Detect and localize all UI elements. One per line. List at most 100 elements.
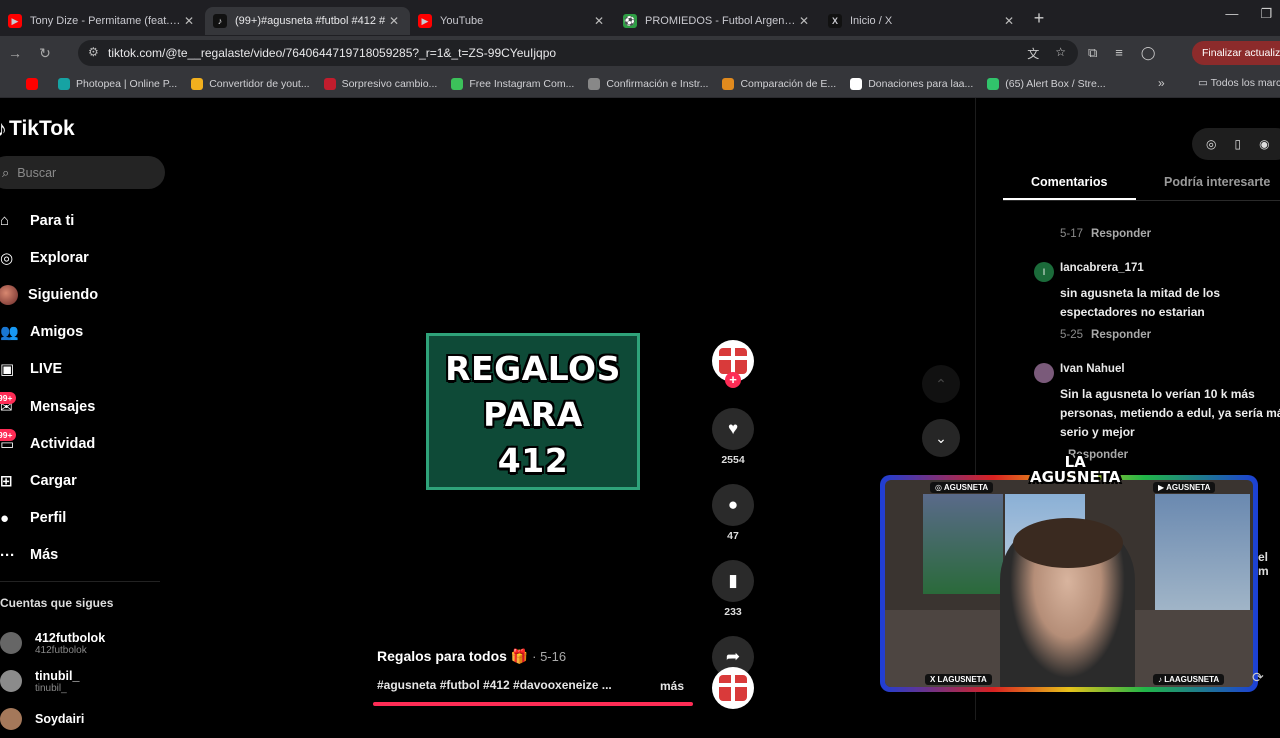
music-disc-avatar[interactable]	[712, 667, 754, 709]
browser-tab[interactable]: ▶ Tony Dize - Permitame (feat. Ya ✕	[0, 7, 205, 35]
following-account[interactable]: tinubil_ tinubil_	[0, 662, 105, 700]
sidebar-item[interactable]: ··· Más	[0, 537, 98, 574]
sidebar-item[interactable]: 👥 Amigos	[0, 314, 98, 351]
new-tab-button[interactable]: +	[1025, 8, 1053, 29]
bookmark-list: Photopea | Online P... Convertidor de you…	[0, 77, 1120, 90]
extensions-icon[interactable]: ⧉	[1088, 45, 1097, 61]
tab-title: Tony Dize - Permitame (feat. Ya	[30, 15, 181, 27]
sidebar-item[interactable]: ▭ Actividad 99+	[0, 425, 98, 462]
search-icon: ⌕	[2, 164, 10, 180]
sidebar-item[interactable]: ✉ Mensajes 99+	[0, 388, 98, 425]
nav-icon: ···	[0, 546, 15, 564]
sidebar-item[interactable]: ▣ LIVE	[0, 351, 98, 388]
bookmark-item[interactable]: Free Instagram Com...	[451, 77, 574, 90]
commenter-avatar[interactable]	[1034, 363, 1054, 383]
site-info-icon[interactable]: ⚙	[88, 45, 99, 59]
commenter-avatar[interactable]: I	[1034, 262, 1054, 282]
bookmark-item[interactable]: Sorpresivo cambio...	[323, 77, 437, 90]
address-bar[interactable]: ⚙ tiktok.com/@te__regalaste/video/764064…	[78, 40, 1078, 66]
following-account[interactable]: 412futbolok 412futbolok	[0, 624, 105, 662]
search-input[interactable]: ⌕ Buscar	[0, 156, 165, 189]
chevron-up-icon: ⌃	[935, 375, 947, 392]
nav-icon: ⊞	[0, 472, 13, 490]
panel-tabs: Comentarios Podría interesarte	[1003, 170, 1280, 201]
tab-title: Inicio / X	[850, 15, 893, 27]
video-progress-bar[interactable]	[373, 702, 693, 706]
browser-tab[interactable]: X Inicio / X ✕	[820, 7, 1025, 35]
bookmark-favicon-icon	[451, 77, 464, 90]
bookmark-icon[interactable]: ▮	[712, 560, 754, 602]
comment-list: 5-17 Responder I Iancabrera_171 sin agusnet…	[1034, 228, 1280, 471]
more-button[interactable]: más	[660, 679, 684, 693]
notification-badge: 99+	[0, 429, 17, 442]
video-actions: + ♥ 2554 ● 47 ▮ 233 ➦ 47	[712, 340, 754, 694]
phone-icon[interactable]: ▯	[1234, 137, 1241, 151]
window-controls: — ❐	[1225, 6, 1280, 22]
tab-favicon-icon: ⚽	[623, 14, 637, 28]
close-tab-icon[interactable]: ✕	[386, 14, 402, 28]
comment-icon[interactable]: ●	[712, 484, 754, 526]
sidebar-item[interactable]: ⊞ Cargar	[0, 462, 98, 499]
bookmark-item[interactable]: Donaciones para laa...	[850, 77, 973, 90]
browser-tab[interactable]: ⚽ PROMIEDOS - Futbol Argentino ✕	[615, 7, 820, 35]
close-tab-icon[interactable]: ✕	[796, 14, 812, 28]
sidebar-item[interactable]: Siguiendo	[0, 276, 98, 313]
sidebar-item[interactable]: ● Perfil	[0, 500, 98, 537]
bookmark-favicon-icon	[58, 77, 70, 90]
browser-tab[interactable]: ♪ (99+)#agusneta #futbol #412 # ✕	[205, 7, 410, 35]
reply-button[interactable]: Responder	[1091, 329, 1151, 341]
bookmark-star-icon[interactable]: ☆	[1055, 45, 1066, 62]
bookmarks-overflow-icon[interactable]: »	[1158, 76, 1165, 90]
sidebar-item-label: Más	[30, 547, 59, 564]
bookmark-item[interactable]: (65) Alert Box / Stre...	[987, 77, 1106, 90]
next-video-button[interactable]: ⌄	[922, 419, 960, 457]
translate-icon[interactable]: 文	[1027, 45, 1039, 62]
all-bookmarks-folder[interactable]: ▭ Todos los marc	[1198, 77, 1280, 89]
tiktok-logo[interactable]: ♪ TikTok	[0, 116, 75, 142]
video-hashtags[interactable]: #agusneta #futbol #412 #davooxeneize ...	[377, 678, 612, 692]
video-player[interactable]: REGALOS PARA 412	[426, 333, 640, 490]
sidebar-item[interactable]: ◎ Explorar	[0, 239, 98, 276]
previous-video-button[interactable]: ⌃	[922, 365, 960, 403]
following-account[interactable]: Soydairi	[0, 700, 105, 738]
la-agusneta-logo: LA AGUSNETA	[1030, 453, 1121, 486]
maximize-icon[interactable]: ❐	[1260, 6, 1272, 22]
close-tab-icon[interactable]: ✕	[181, 14, 197, 28]
close-tab-icon[interactable]: ✕	[1001, 14, 1017, 28]
bookmark-item[interactable]: Comparación de E...	[722, 77, 836, 90]
bookmark-item[interactable]: Photopea | Online P...	[58, 77, 177, 90]
commenter-name[interactable]: Ivan Nahuel	[1060, 363, 1280, 381]
forward-icon[interactable]: →	[0, 45, 30, 61]
comment-date: 5-25	[1060, 329, 1084, 341]
follow-plus-icon[interactable]: +	[725, 372, 741, 388]
bookmark-item[interactable]: Confirmación e Instr...	[588, 77, 708, 90]
settings-icon[interactable]: ◉	[1259, 137, 1269, 151]
refresh-icon[interactable]: ⟳	[1252, 669, 1264, 686]
sidebar-item-label: Actividad	[30, 435, 96, 452]
tab-interest[interactable]: Podría interesarte	[1164, 175, 1270, 189]
bookmark-item[interactable]: Convertidor de yout...	[191, 77, 310, 90]
close-tab-icon[interactable]: ✕	[591, 14, 607, 28]
tab-favicon-icon: ▶	[418, 14, 432, 28]
commenter-name[interactable]: Iancabrera_171	[1060, 262, 1280, 280]
gift-icon	[719, 348, 747, 374]
folder-icon: ▭	[1198, 77, 1211, 89]
bookmark-favicon-icon	[26, 77, 38, 90]
reading-list-icon[interactable]: ≡	[1115, 45, 1123, 61]
sidebar-item-label: Cargar	[30, 472, 77, 489]
reload-icon[interactable]: ↻	[30, 45, 60, 62]
reply-button[interactable]: Responder	[1091, 228, 1151, 240]
profile-icon[interactable]: ◯	[1141, 45, 1156, 61]
bookmark-favicon-icon	[722, 77, 735, 90]
bookmark-item[interactable]	[26, 77, 44, 90]
creator-avatar[interactable]: +	[712, 340, 754, 388]
finish-update-button[interactable]: Finalizar actualiza	[1192, 41, 1280, 65]
compass-icon[interactable]: ◎	[1206, 137, 1216, 151]
heart-icon[interactable]: ♥	[712, 408, 754, 450]
minimize-icon[interactable]: —	[1225, 6, 1238, 22]
nav-icon: ●	[0, 509, 10, 527]
tab-comments[interactable]: Comentarios	[1031, 175, 1107, 189]
browser-tab[interactable]: ▶ YouTube ✕	[410, 7, 615, 35]
account-handle: 412futbolok	[35, 644, 87, 656]
sidebar-item[interactable]: ⌂ Para ti	[0, 202, 98, 239]
